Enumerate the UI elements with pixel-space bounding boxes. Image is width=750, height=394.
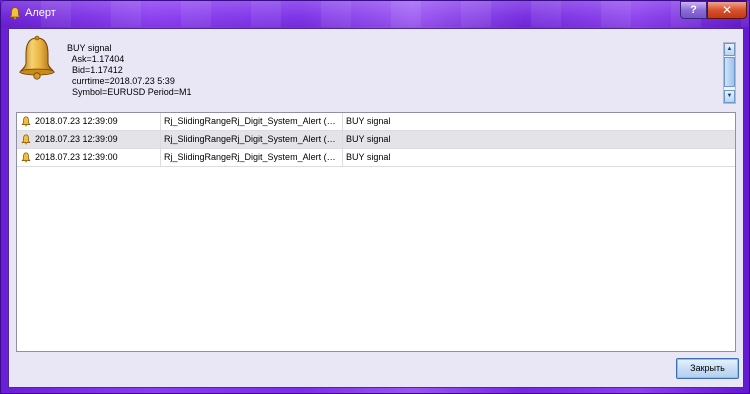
dialog-client-area: BUY signal Ask=1.17404 Bid=1.17412 currt… — [8, 28, 744, 388]
alert-text: BUY signal — [346, 116, 391, 126]
alert-source: Rj_SlidingRangeRj_Digit_System_Alert (… — [161, 149, 343, 166]
alert-source: Rj_SlidingRangeRj_Digit_System_Alert (… — [161, 113, 343, 130]
title-bar[interactable]: Алерт ? ✕ — [1, 1, 749, 27]
alert-text: BUY signal — [346, 134, 391, 144]
scroll-thumb[interactable] — [724, 57, 735, 87]
close-button[interactable]: Закрыть — [676, 358, 739, 379]
message-scrollbar[interactable]: ▲ ▼ — [723, 42, 736, 104]
alert-time: 2018.07.23 12:39:09 — [17, 113, 161, 130]
scroll-down-arrow-icon[interactable]: ▼ — [724, 90, 735, 103]
alert-time: 2018.07.23 12:39:00 — [17, 149, 161, 166]
alert-text: BUY signal — [346, 152, 391, 162]
alert-source: Rj_SlidingRangeRj_Digit_System_Alert (… — [161, 131, 343, 148]
window-close-button[interactable]: ✕ — [707, 1, 747, 19]
alert-time: 2018.07.23 12:39:09 — [17, 131, 161, 148]
table-row[interactable]: 2018.07.23 12:39:09 Rj_SlidingRangeRj_Di… — [17, 131, 735, 149]
alert-message-text: BUY signal Ask=1.17404 Bid=1.17412 currt… — [67, 43, 192, 97]
table-row[interactable]: 2018.07.23 12:39:09 Rj_SlidingRangeRj_Di… — [17, 113, 735, 131]
alert-window: Алерт ? ✕ BUY signal Ask=1.17404 Bid=1.1… — [0, 0, 750, 394]
window-title: Алерт — [25, 7, 56, 19]
bell-icon — [9, 7, 21, 20]
alerts-list[interactable]: 2018.07.23 12:39:09 Rj_SlidingRangeRj_Di… — [16, 112, 736, 352]
table-row[interactable]: 2018.07.23 12:39:00 Rj_SlidingRangeRj_Di… — [17, 149, 735, 167]
scroll-up-arrow-icon[interactable]: ▲ — [724, 43, 735, 56]
help-button[interactable]: ? — [680, 1, 707, 19]
bell-icon — [19, 35, 55, 80]
